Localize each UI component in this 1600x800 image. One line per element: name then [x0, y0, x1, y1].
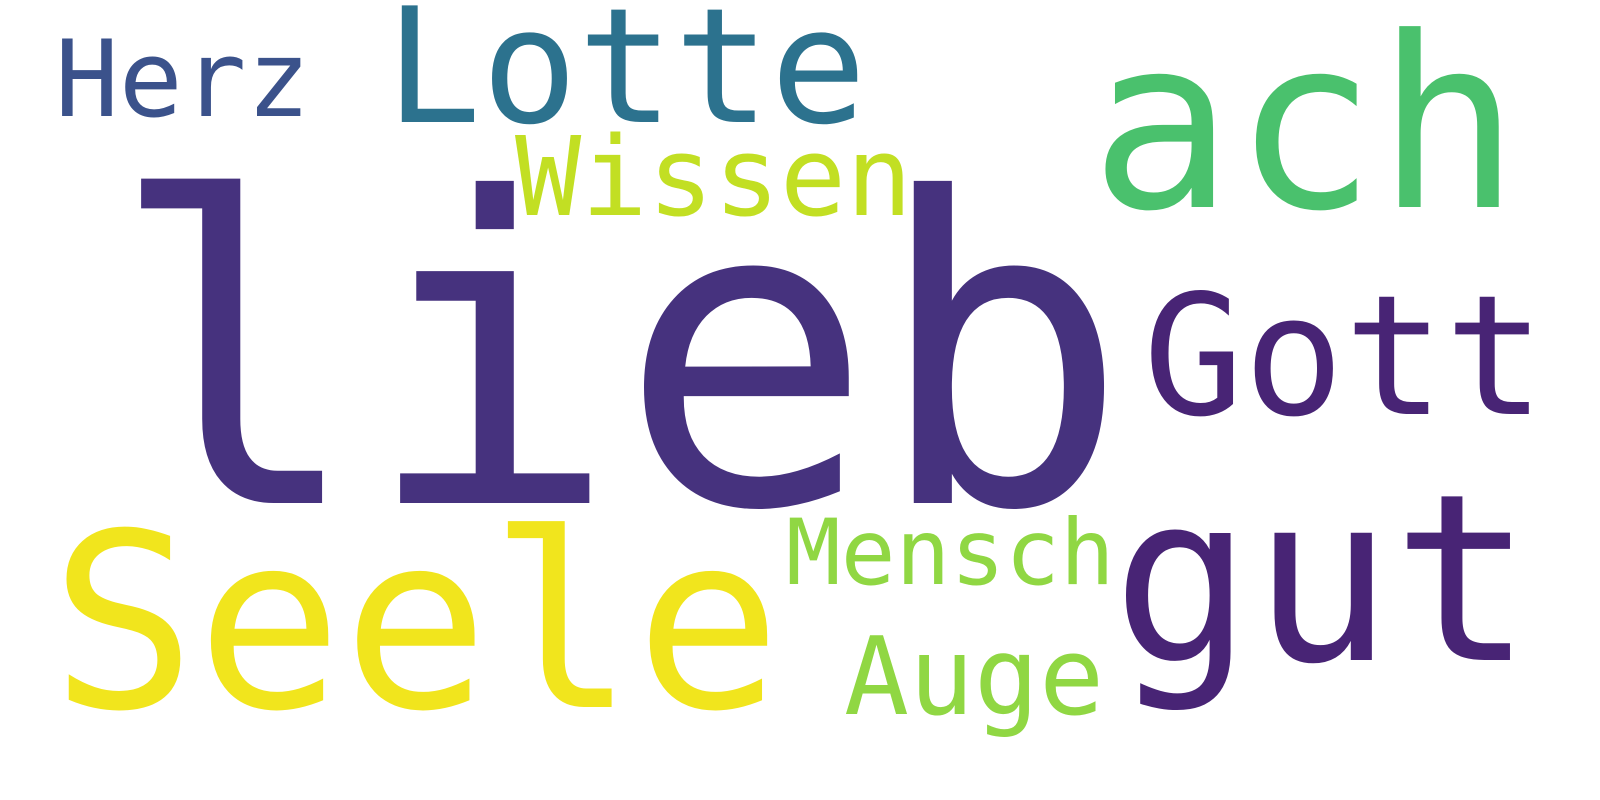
- word-mensch: Mensch: [786, 501, 1115, 606]
- word-gut: gut: [1112, 444, 1533, 715]
- word-ach: ach: [1090, 0, 1520, 264]
- word-herz: Herz: [55, 18, 311, 141]
- word-cloud: lieb Lotte Herz Wissen ach Gott gut Seel…: [0, 0, 1600, 800]
- word-seele: Seele: [50, 482, 782, 765]
- word-wissen: Wissen: [515, 113, 913, 241]
- word-gott: Gott: [1143, 260, 1546, 454]
- word-auge: Auge: [844, 615, 1105, 740]
